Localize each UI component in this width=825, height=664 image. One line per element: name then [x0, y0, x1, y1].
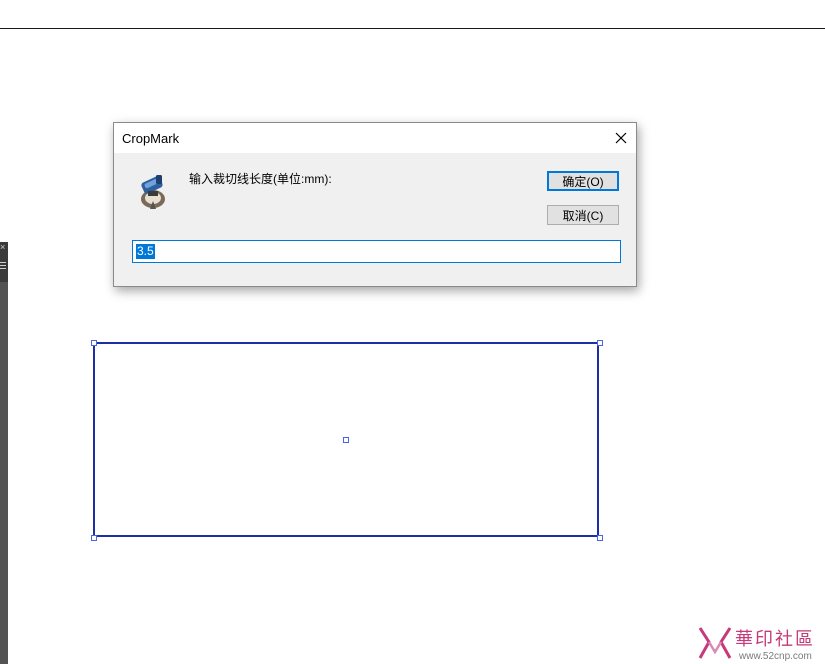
left-panel-strip[interactable] [0, 242, 8, 664]
input-selected-text: 3.5 [136, 244, 155, 259]
resize-handle-bottom-right[interactable] [597, 535, 603, 541]
panel-close-icon[interactable]: × [0, 242, 5, 252]
center-point-handle[interactable] [343, 437, 349, 443]
watermark-emblem-icon [698, 627, 732, 659]
resize-handle-top-right[interactable] [597, 340, 603, 346]
resize-handle-top-left[interactable] [91, 340, 97, 346]
length-prompt-label: 输入裁切线长度(单位:mm): [189, 172, 332, 186]
dialog-title: CropMark [122, 131, 180, 146]
canvas-area[interactable]: × CropMark 输入裁切线长度(单位:mm): 确定(O) 取消(C) 3… [0, 0, 825, 664]
dialog-titlebar[interactable]: CropMark [114, 123, 636, 153]
cropmark-dialog: CropMark 输入裁切线长度(单位:mm): 确定(O) 取消(C) 3.5 [113, 122, 637, 287]
top-divider [0, 28, 825, 29]
close-button[interactable] [606, 123, 636, 153]
watermark-url: www.52cnp.com [739, 651, 812, 662]
panel-menu-icon[interactable] [0, 262, 6, 271]
ok-button[interactable]: 确定(O) [547, 171, 619, 191]
cropmark-app-icon [136, 173, 170, 211]
close-icon [615, 132, 627, 144]
resize-handle-bottom-left[interactable] [91, 535, 97, 541]
crop-length-input[interactable]: 3.5 [132, 240, 621, 263]
cancel-button[interactable]: 取消(C) [547, 205, 619, 225]
watermark-logo: 華印社區 www.52cnp.com [697, 624, 825, 664]
watermark-text: 華印社區 [735, 629, 815, 650]
